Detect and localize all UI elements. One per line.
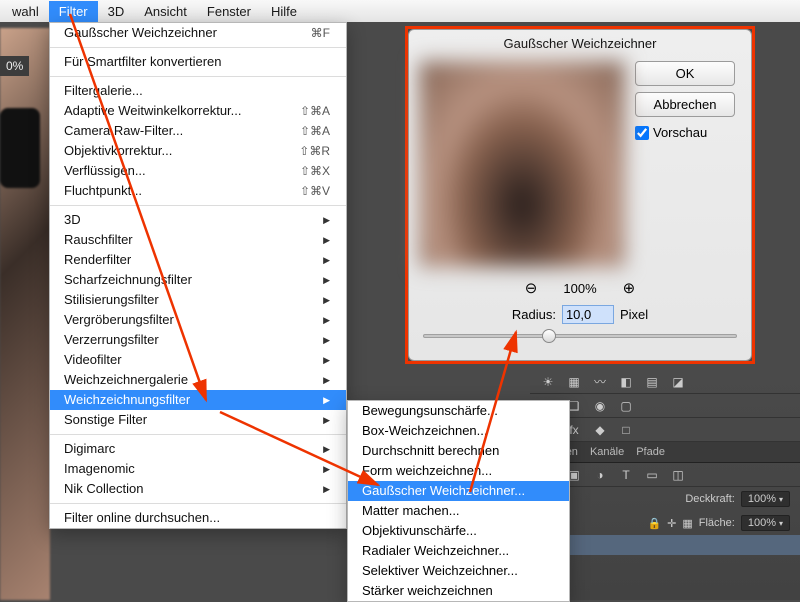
radius-label: Radius: bbox=[512, 307, 556, 322]
slider-thumb[interactable] bbox=[542, 329, 556, 343]
lockpx-icon[interactable]: ▦ bbox=[682, 517, 692, 530]
histogram-icon[interactable]: ▦ bbox=[566, 374, 582, 390]
slider-track bbox=[423, 334, 737, 338]
submenu-shape[interactable]: Form weichzeichnen... bbox=[348, 461, 569, 481]
filter-menu: Gaußscher Weichzeichner⌘F Für Smartfilte… bbox=[49, 22, 347, 529]
submenu-matte[interactable]: Matter machen... bbox=[348, 501, 569, 521]
menu-item-digimarc[interactable]: Digimarc bbox=[50, 439, 346, 459]
radius-slider[interactable] bbox=[423, 334, 737, 344]
submenu-gaussian[interactable]: Gaußscher Weichzeichner... bbox=[348, 481, 569, 501]
zoom-out-icon[interactable]: ⊖ bbox=[525, 279, 538, 297]
menu-item-video[interactable]: Videofilter bbox=[50, 350, 346, 370]
preview-checkbox-label: Vorschau bbox=[653, 125, 707, 140]
zoom-value: 100% bbox=[563, 281, 596, 296]
fill-label: Fläche: bbox=[699, 517, 735, 529]
text-icon[interactable]: T bbox=[618, 467, 634, 483]
mask-icon[interactable]: ◉ bbox=[592, 398, 608, 414]
menu-3d[interactable]: 3D bbox=[98, 1, 135, 22]
lock-icon[interactable]: 🔒 bbox=[647, 517, 661, 530]
menu-item-browse[interactable]: Filter online durchsuchen... bbox=[50, 508, 346, 528]
menu-item-imagenomic[interactable]: Imagenomic bbox=[50, 459, 346, 479]
side-panels: ☀ ▦ 〰 ◧ ▤ ◪ ▣ ❏ ◉ ▢ ⟳ fx ◆ □ Ebenen Kanä… bbox=[530, 370, 800, 600]
map-icon[interactable]: ▤ bbox=[644, 374, 660, 390]
submenu-more[interactable]: Stärker weichzeichnen bbox=[348, 581, 569, 601]
submenu-radial[interactable]: Radialer Weichzeichner... bbox=[348, 541, 569, 561]
menu-item-gallery[interactable]: Filtergalerie... bbox=[50, 81, 346, 101]
menu-item-blurgallery[interactable]: Weichzeichnergalerie bbox=[50, 370, 346, 390]
blur-submenu: Bewegungsunschärfe... Box-Weichzeichnen.… bbox=[347, 400, 570, 602]
menu-item-nik[interactable]: Nik Collection bbox=[50, 479, 346, 499]
menu-item-stylize[interactable]: Stilisierungsfilter bbox=[50, 290, 346, 310]
adjust-icon[interactable]: ☀ bbox=[540, 374, 556, 390]
zoom-in-icon[interactable]: ⊕ bbox=[623, 279, 636, 297]
levels-icon[interactable]: ◪ bbox=[670, 374, 686, 390]
submenu-average[interactable]: Durchschnitt berechnen bbox=[348, 441, 569, 461]
menu-item-vanish[interactable]: Fluchtpunkt...⇧⌘V bbox=[50, 181, 346, 201]
box-icon[interactable]: □ bbox=[618, 422, 634, 438]
menu-item-3d[interactable]: 3D bbox=[50, 210, 346, 230]
grad-icon[interactable]: ◧ bbox=[618, 374, 634, 390]
menu-help[interactable]: Hilfe bbox=[261, 1, 307, 22]
tab-channels[interactable]: Kanäle bbox=[590, 446, 624, 458]
menu-window[interactable]: Fenster bbox=[197, 1, 261, 22]
fill-value[interactable]: 100% bbox=[741, 515, 790, 531]
radius-input[interactable] bbox=[562, 305, 614, 324]
adjust2-icon[interactable]: ◑ bbox=[592, 467, 608, 483]
menu-view[interactable]: Ansicht bbox=[134, 1, 197, 22]
zoom-level-badge: 0% bbox=[0, 56, 29, 76]
menu-item-lens[interactable]: Objektivkorrektur...⇧⌘R bbox=[50, 141, 346, 161]
shape-icon[interactable]: ▭ bbox=[644, 467, 660, 483]
menu-select[interactable]: wahl bbox=[2, 1, 49, 22]
menu-item-last-filter[interactable]: Gaußscher Weichzeichner⌘F bbox=[50, 23, 346, 43]
submenu-selective[interactable]: Selektiver Weichzeichner... bbox=[348, 561, 569, 581]
opacity-value[interactable]: 100% bbox=[741, 491, 790, 507]
menu-item-liquify[interactable]: Verflüssigen...⇧⌘X bbox=[50, 161, 346, 181]
menu-item-blur[interactable]: Weichzeichnungsfilter bbox=[50, 390, 346, 410]
menubar: wahl Filter 3D Ansicht Fenster Hilfe bbox=[0, 0, 800, 22]
opacity-label: Deckkraft: bbox=[685, 493, 735, 505]
preview-checkbox-input[interactable] bbox=[635, 126, 649, 140]
blur-preview[interactable] bbox=[419, 61, 625, 267]
lockpos-icon[interactable]: ✛ bbox=[667, 517, 676, 530]
menu-filter[interactable]: Filter bbox=[49, 1, 98, 22]
submenu-box[interactable]: Box-Weichzeichnen... bbox=[348, 421, 569, 441]
dialog-title: Gaußscher Weichzeichner bbox=[409, 30, 751, 55]
layer-row[interactable]: ne 1 bbox=[530, 535, 800, 555]
submenu-lens[interactable]: Objektivunschärfe... bbox=[348, 521, 569, 541]
menu-item-distort[interactable]: Verzerrungsfilter bbox=[50, 330, 346, 350]
menu-item-noise[interactable]: Rauschfilter bbox=[50, 230, 346, 250]
dialog-highlight-box: Gaußscher Weichzeichner OK Abbrechen Vor… bbox=[405, 26, 755, 364]
menu-item-other[interactable]: Sonstige Filter bbox=[50, 410, 346, 430]
canvas-area bbox=[0, 28, 50, 600]
menu-item-adaptive[interactable]: Adaptive Weitwinkelkorrektur...⇧⌘A bbox=[50, 101, 346, 121]
curves-icon[interactable]: 〰 bbox=[592, 374, 608, 390]
menu-item-cameraraw[interactable]: Camera Raw-Filter...⇧⌘A bbox=[50, 121, 346, 141]
submenu-motion[interactable]: Bewegungsunschärfe... bbox=[348, 401, 569, 421]
diamond-icon[interactable]: ◆ bbox=[592, 422, 608, 438]
smart-icon[interactable]: ◫ bbox=[670, 467, 686, 483]
preview-checkbox[interactable]: Vorschau bbox=[635, 125, 735, 140]
panel-tabs: Ebenen Kanäle Pfade bbox=[530, 442, 800, 463]
cancel-button[interactable]: Abbrechen bbox=[635, 92, 735, 117]
ok-button[interactable]: OK bbox=[635, 61, 735, 86]
menu-item-render[interactable]: Renderfilter bbox=[50, 250, 346, 270]
tab-paths[interactable]: Pfade bbox=[636, 446, 665, 458]
menu-item-pixelate[interactable]: Vergröberungsfilter bbox=[50, 310, 346, 330]
fill-icon[interactable]: ▢ bbox=[618, 398, 634, 414]
radius-unit: Pixel bbox=[620, 307, 648, 322]
menu-item-sharpen[interactable]: Scharfzeichnungsfilter bbox=[50, 270, 346, 290]
gaussian-blur-dialog: Gaußscher Weichzeichner OK Abbrechen Vor… bbox=[408, 29, 752, 361]
menu-item-smart[interactable]: Für Smartfilter konvertieren bbox=[50, 52, 346, 72]
